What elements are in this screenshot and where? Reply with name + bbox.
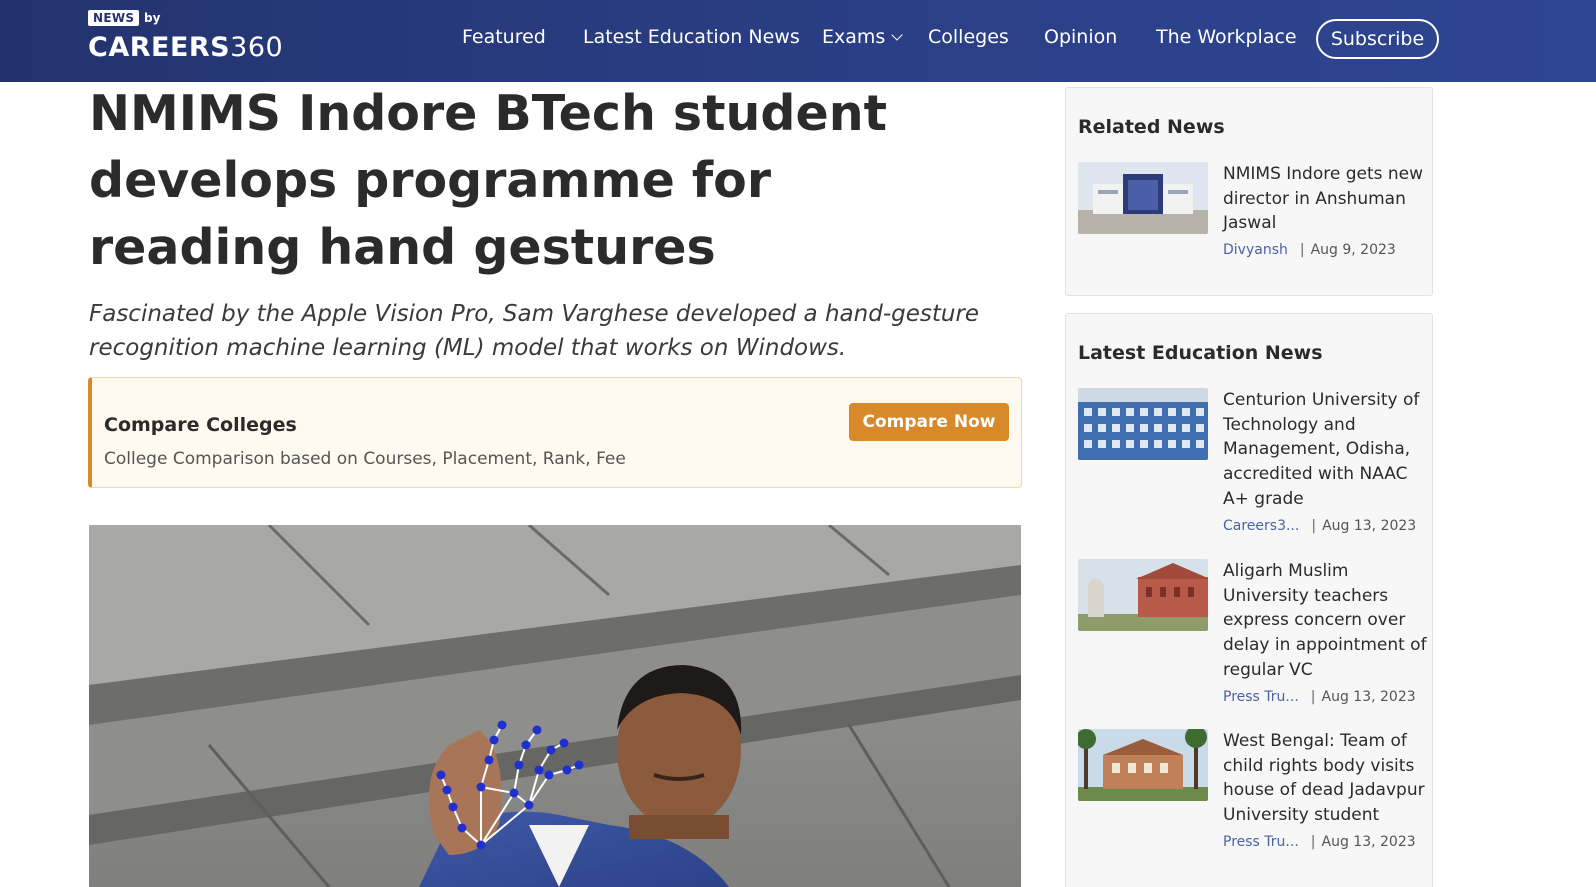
news-author[interactable]: Press Tru... <box>1223 689 1299 705</box>
logo-brand-num: 360 <box>230 32 284 63</box>
nav-opinion[interactable]: Opinion <box>1044 26 1117 48</box>
nav-colleges[interactable]: Colleges <box>928 26 1009 48</box>
logo-brand-main: CAREERS <box>88 32 231 63</box>
hero-photo-illustration <box>89 525 1021 887</box>
related-news-heading: Related News <box>1078 116 1225 138</box>
related-news-item[interactable]: NMIMS Indore gets new director in Anshum… <box>1078 162 1428 272</box>
careers360-news-logo[interactable]: NEWS by CAREERS360 <box>88 10 298 70</box>
chevron-down-icon <box>891 29 903 41</box>
news-badge: NEWS <box>88 10 140 26</box>
news-thumbnail[interactable] <box>1078 162 1208 234</box>
news-date: Aug 9, 2023 <box>1310 242 1396 258</box>
news-meta: Divyansh | Aug 9, 2023 <box>1223 242 1396 258</box>
compare-colleges-box: Compare Colleges College Comparison base… <box>88 377 1022 488</box>
logo-brand: CAREERS360 <box>88 32 283 63</box>
news-author[interactable]: Careers3... <box>1223 518 1299 534</box>
subscribe-button[interactable]: Subscribe <box>1316 19 1439 59</box>
news-author[interactable]: Divyansh <box>1223 242 1288 258</box>
article-subtitle: Fascinated by the Apple Vision Pro, Sam … <box>89 301 980 361</box>
article-hero-image <box>89 525 1021 887</box>
article-title: NMIMS Indore BTech student develops prog… <box>89 85 887 276</box>
compare-colleges-title: Compare Colleges <box>104 414 297 436</box>
compare-colleges-description: College Comparison based on Courses, Pla… <box>104 449 626 469</box>
related-news-panel: Related News NMIMS Indore gets new direc… <box>1065 87 1433 296</box>
news-meta: Careers3... | Aug 13, 2023 <box>1223 518 1417 534</box>
news-author[interactable]: Press Tru... <box>1223 834 1299 850</box>
news-title[interactable]: West Bengal: Team of child rights body v… <box>1223 729 1428 828</box>
news-thumbnail[interactable] <box>1078 729 1208 801</box>
site-header: NEWS by CAREERS360 Featured Latest Educa… <box>0 0 1596 82</box>
latest-education-news-panel: Latest Education News Centurion Universi… <box>1065 313 1433 887</box>
nav-exams[interactable]: Exams <box>822 26 903 48</box>
news-thumbnail[interactable] <box>1078 559 1208 631</box>
latest-news-item[interactable]: West Bengal: Team of child rights body v… <box>1078 729 1428 879</box>
compare-now-button[interactable]: Compare Now <box>849 403 1009 441</box>
nav-latest-education-news[interactable]: Latest Education News <box>583 26 800 48</box>
news-meta: Press Tru... | Aug 13, 2023 <box>1223 834 1416 850</box>
news-date: Aug 13, 2023 <box>1321 689 1416 705</box>
news-date: Aug 13, 2023 <box>1322 518 1417 534</box>
nav-featured[interactable]: Featured <box>462 26 546 48</box>
latest-news-item[interactable]: Aligarh Muslim University teachers expre… <box>1078 559 1428 719</box>
news-meta: Press Tru... | Aug 13, 2023 <box>1223 689 1416 705</box>
news-title[interactable]: Centurion University of Technology and M… <box>1223 388 1428 512</box>
nav-exams-label: Exams <box>822 26 886 48</box>
nav-the-workplace[interactable]: The Workplace <box>1156 26 1297 48</box>
news-thumbnail[interactable] <box>1078 388 1208 460</box>
news-date: Aug 13, 2023 <box>1321 834 1416 850</box>
latest-education-news-heading: Latest Education News <box>1078 342 1323 364</box>
logo-by-text: by <box>144 11 161 25</box>
news-title[interactable]: Aligarh Muslim University teachers expre… <box>1223 559 1428 683</box>
news-title[interactable]: NMIMS Indore gets new director in Anshum… <box>1223 162 1428 236</box>
latest-news-item[interactable]: Centurion University of Technology and M… <box>1078 388 1428 548</box>
